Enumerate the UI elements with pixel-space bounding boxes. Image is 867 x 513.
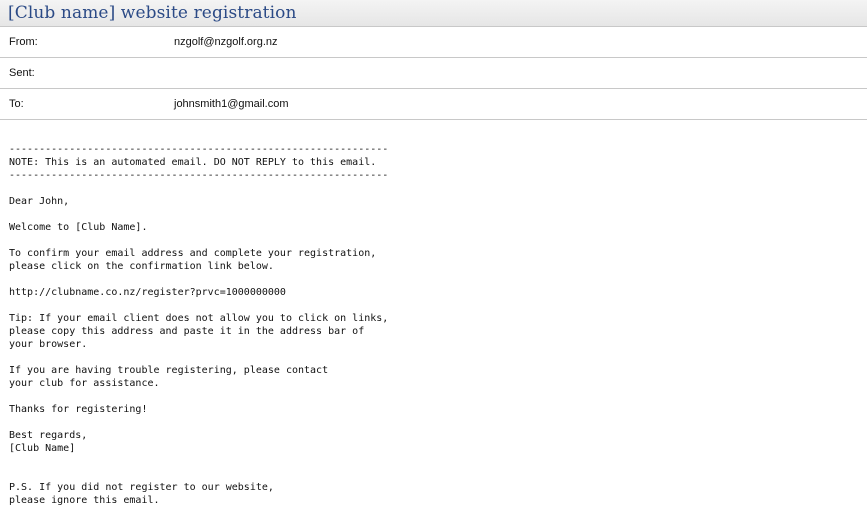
sent-label: Sent: (9, 67, 35, 79)
from-value: nzgolf@nzgolf.org.nz (174, 36, 278, 48)
to-value: johnsmith1@gmail.com (174, 98, 289, 110)
to-row: To: johnsmith1@gmail.com (0, 89, 867, 120)
email-body: ----------------------------------------… (9, 144, 389, 506)
email-subject-title: [Club name] website registration (8, 3, 297, 23)
email-view: [Club name] website registration From: n… (0, 0, 867, 513)
email-title-bar: [Club name] website registration (0, 0, 867, 27)
to-label: To: (9, 98, 24, 110)
from-row: From: nzgolf@nzgolf.org.nz (0, 27, 867, 58)
sent-row: Sent: (0, 58, 867, 89)
from-label: From: (9, 36, 38, 48)
